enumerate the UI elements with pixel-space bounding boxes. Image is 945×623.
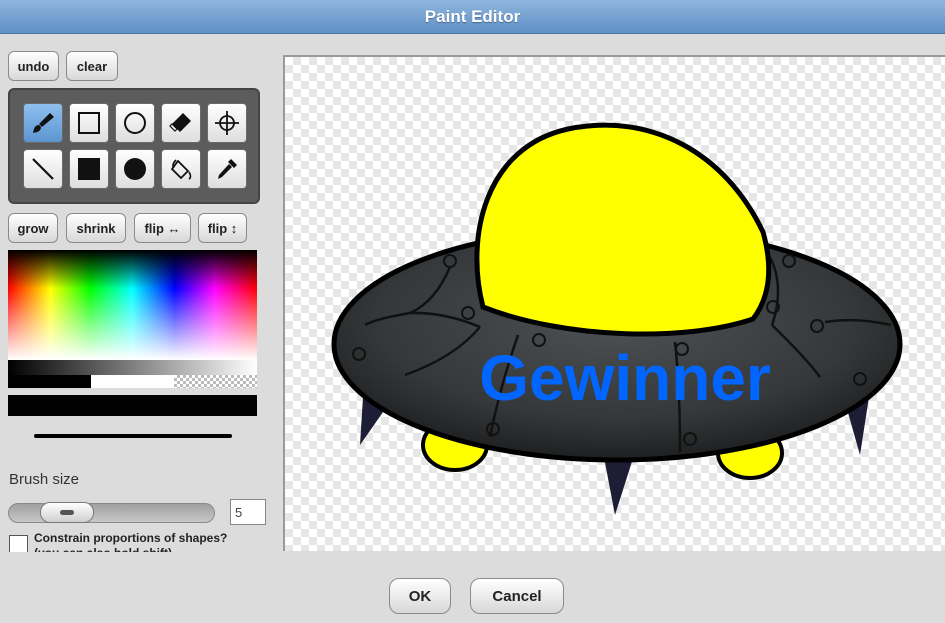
eraser-icon <box>169 113 191 132</box>
eyedropper-icon <box>218 159 237 179</box>
grayscale-palette[interactable] <box>8 360 257 375</box>
tool-paint-bucket[interactable] <box>161 149 201 189</box>
clear-button[interactable]: clear <box>66 51 118 81</box>
tool-rotation-center[interactable] <box>207 103 247 143</box>
brush-size-label: Brush size <box>9 471 80 488</box>
shrink-button[interactable]: shrink <box>66 213 126 243</box>
tool-filled-rectangle[interactable] <box>69 149 109 189</box>
cancel-button[interactable]: Cancel <box>470 578 564 614</box>
color-swatches <box>8 375 257 388</box>
grow-button[interactable]: grow <box>8 213 58 243</box>
paint-canvas[interactable]: Gewinner <box>283 55 945 551</box>
paintbrush-icon <box>33 113 54 133</box>
tool-filled-ellipse[interactable] <box>115 149 155 189</box>
window-title: Paint Editor <box>0 0 945 34</box>
ellipse-icon <box>124 112 146 134</box>
current-color-display <box>8 395 257 416</box>
ok-button[interactable]: OK <box>389 578 451 614</box>
tool-ellipse[interactable] <box>115 103 155 143</box>
undo-button[interactable]: undo <box>8 51 59 81</box>
black-swatch[interactable] <box>8 375 91 388</box>
crosshair-icon <box>215 111 239 135</box>
tool-rectangle[interactable] <box>69 103 109 143</box>
canvas-text: Gewinner <box>479 342 771 414</box>
ufo-drawing: Gewinner <box>331 122 903 515</box>
brush-size-field[interactable] <box>230 499 266 525</box>
flip-vertical-button[interactable]: flip ↕ <box>198 213 247 243</box>
tool-eraser[interactable] <box>161 103 201 143</box>
tool-eyedropper[interactable] <box>207 149 247 189</box>
tool-line[interactable] <box>23 149 63 189</box>
white-swatch[interactable] <box>91 375 174 388</box>
grip-icon <box>60 510 74 515</box>
transparent-swatch[interactable] <box>174 375 257 388</box>
color-palette[interactable] <box>8 250 257 360</box>
flip-horizontal-button[interactable]: flip ↔ <box>134 213 191 243</box>
brush-preview <box>34 434 232 438</box>
tool-paintbrush[interactable] <box>23 103 63 143</box>
tool-palette <box>8 88 260 204</box>
brush-size-slider-knob[interactable] <box>40 502 94 523</box>
constrain-label-line1: Constrain proportions of shapes? <box>34 531 228 545</box>
filled-ellipse-icon <box>124 158 146 180</box>
filled-rectangle-icon <box>78 158 100 180</box>
rectangle-icon <box>78 112 100 134</box>
line-icon <box>32 158 54 180</box>
paint-bucket-icon <box>170 159 192 180</box>
ufo-dome <box>474 122 772 337</box>
